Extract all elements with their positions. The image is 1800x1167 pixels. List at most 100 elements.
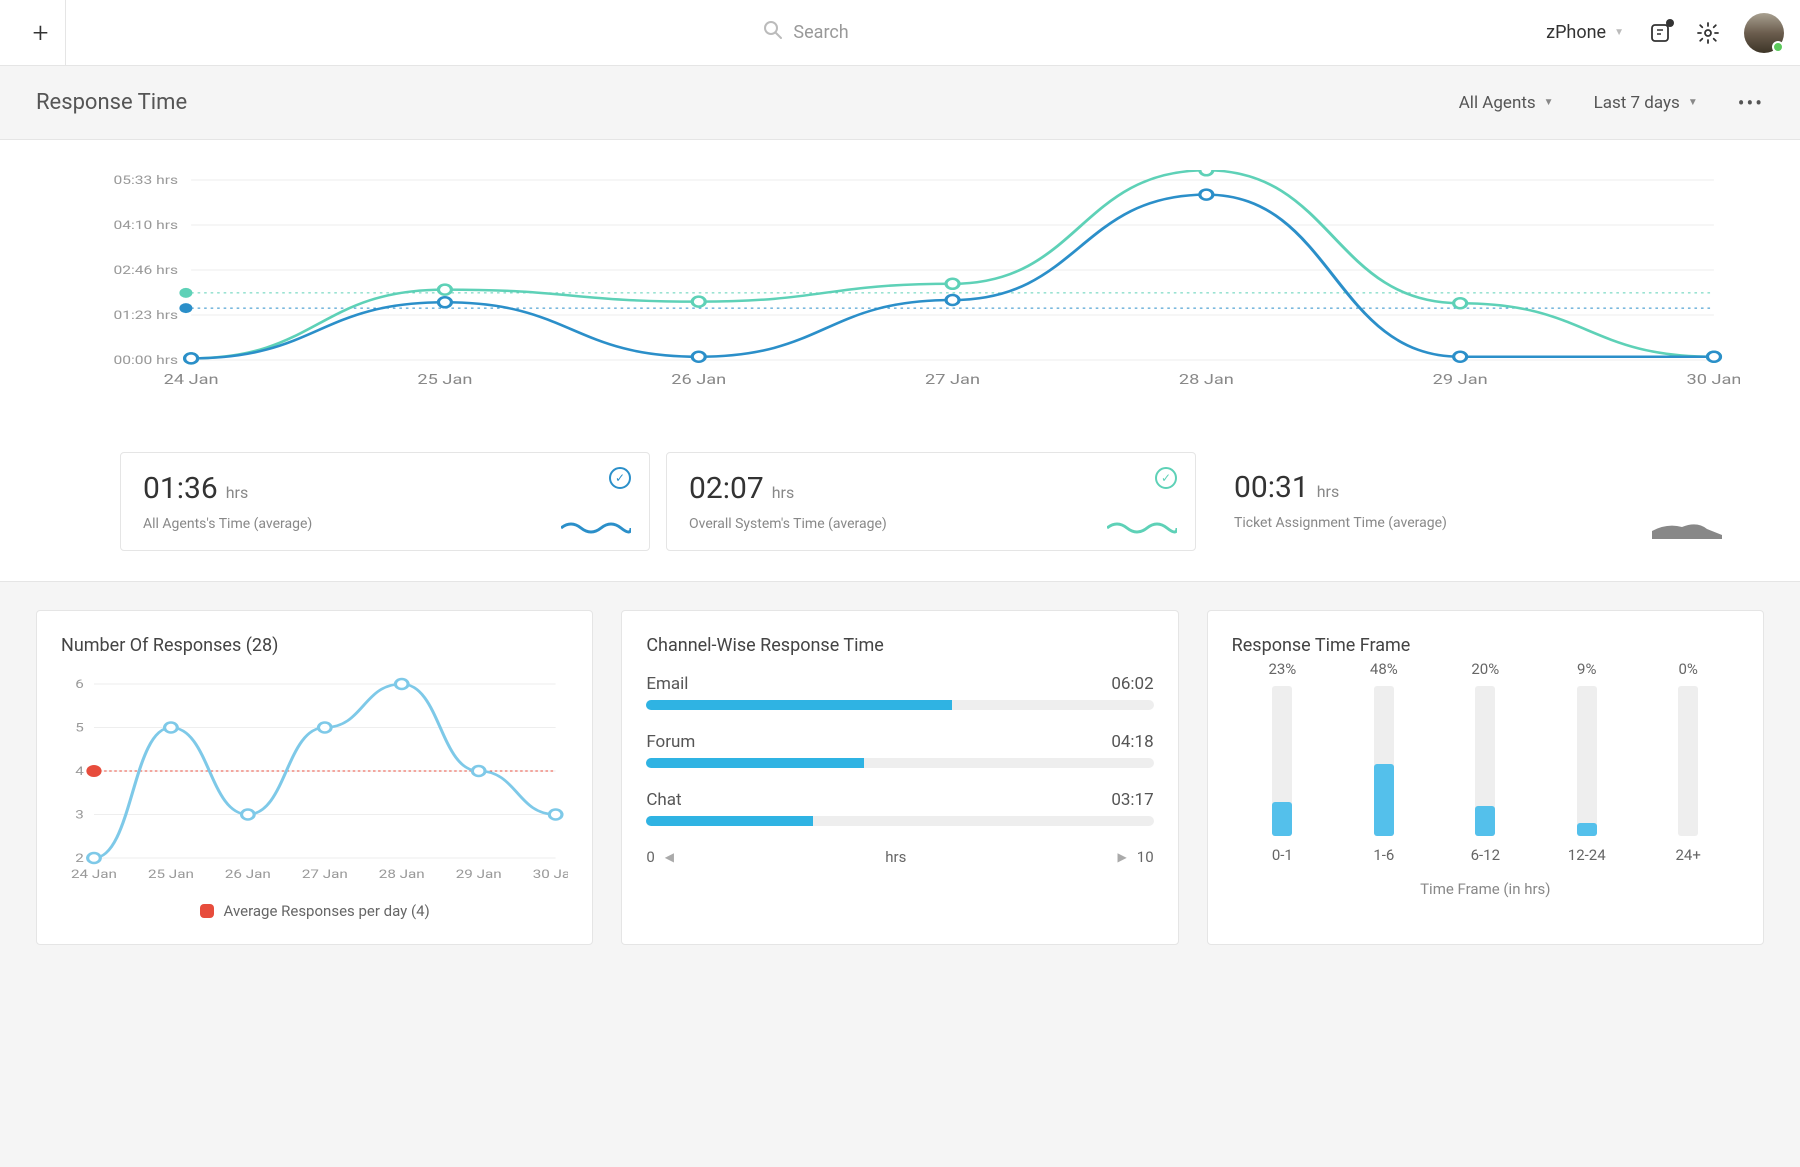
channel-name: Chat (646, 790, 681, 810)
arrow-left-icon[interactable]: ◀ (655, 850, 684, 864)
topbar-right: zPhone ▼ (1546, 13, 1784, 53)
stat-value: 02:07 (689, 471, 764, 506)
stat-label: Ticket Assignment Time (average) (1234, 515, 1718, 531)
svg-text:25 Jan: 25 Jan (148, 867, 194, 881)
stat-unit: hrs (226, 483, 249, 502)
date-range-label: Last 7 days (1594, 93, 1680, 113)
area-spark-icon (1652, 517, 1722, 539)
svg-text:27 Jan: 27 Jan (925, 371, 980, 387)
svg-text:6: 6 (75, 677, 84, 691)
card-title: Number Of Responses (28) (61, 635, 568, 656)
settings-button[interactable] (1696, 21, 1720, 45)
stat-assignment-time[interactable]: 00:31 hrs Ticket Assignment Time (averag… (1212, 452, 1740, 551)
main-chart: 00:00 hrs01:23 hrs02:46 hrs04:10 hrs05:3… (20, 170, 1780, 440)
channel-value: 03:17 (1111, 790, 1153, 810)
timeframe-label: 24+ (1676, 846, 1701, 864)
agents-filter-dropdown[interactable]: All Agents ▼ (1459, 93, 1554, 113)
legend-dot-icon (200, 904, 214, 918)
svg-text:25 Jan: 25 Jan (417, 371, 472, 387)
stat-value: 01:36 (143, 471, 218, 506)
status-online-icon (1772, 41, 1784, 53)
timeframe-pct: 23% (1268, 660, 1296, 678)
channel-bar (646, 700, 1153, 710)
channel-bar (646, 816, 1153, 826)
page-header: Response Time All Agents ▼ Last 7 days ▼… (0, 66, 1800, 140)
timeframe-col: 0% 24+ (1663, 660, 1713, 864)
stat-label: All Agents's Time (average) (143, 516, 627, 532)
channel-bar (646, 758, 1153, 768)
add-button[interactable]: + (33, 16, 49, 49)
svg-text:28 Jan: 28 Jan (1179, 371, 1234, 387)
svg-text:24 Jan: 24 Jan (164, 371, 219, 387)
svg-text:26 Jan: 26 Jan (225, 867, 271, 881)
timeframe-pct: 48% (1370, 660, 1398, 678)
card-title: Channel-Wise Response Time (646, 635, 1153, 656)
svg-text:29 Jan: 29 Jan (1433, 371, 1488, 387)
user-avatar[interactable] (1744, 13, 1784, 53)
channel-rows: Email 06:02 Forum 04:18 Chat 03:17 (646, 674, 1153, 826)
timeframe-bar (1272, 686, 1292, 836)
responses-card: Number Of Responses (28) 2345624 Jan25 J… (36, 610, 593, 945)
chevron-down-icon: ▼ (1544, 97, 1554, 108)
arrow-right-icon[interactable]: ▶ (1108, 850, 1137, 864)
timeframe-bars: 23% 0-1 48% 1-6 20% 6-12 9% 12-24 0% 24+ (1232, 674, 1739, 864)
check-icon: ✓ (1155, 467, 1177, 489)
timeframe-pct: 9% (1577, 660, 1596, 678)
svg-text:30 Jan: 30 Jan (533, 867, 569, 881)
svg-text:5: 5 (75, 721, 84, 735)
responses-chart: 2345624 Jan25 Jan26 Jan27 Jan28 Jan29 Ja… (61, 674, 568, 884)
topbar-center: Search (66, 20, 1546, 45)
stat-unit: hrs (1317, 482, 1340, 501)
channel-value: 06:02 (1111, 674, 1153, 694)
sparkline-icon (561, 518, 631, 538)
timeframe-col: 9% 12-24 (1562, 660, 1612, 864)
search-input[interactable]: Search (763, 20, 848, 45)
stat-unit: hrs (772, 483, 795, 502)
axis-max: 10 (1137, 848, 1154, 866)
svg-text:04:10 hrs: 04:10 hrs (113, 219, 178, 233)
channel-name: Forum (646, 732, 695, 752)
timeframe-label: 6-12 (1471, 846, 1500, 864)
svg-text:30 Jan: 30 Jan (1686, 371, 1740, 387)
brand-dropdown[interactable]: zPhone ▼ (1546, 22, 1624, 43)
responses-legend: Average Responses per day (4) (61, 902, 568, 920)
search-icon (763, 20, 783, 45)
timeframe-bar (1577, 686, 1597, 836)
svg-text:02:46 hrs: 02:46 hrs (113, 264, 178, 278)
lower-cards-row: Number Of Responses (28) 2345624 Jan25 J… (0, 582, 1800, 973)
legend-label: Average Responses per day (4) (224, 902, 430, 920)
timeframe-card: Response Time Frame 23% 0-1 48% 1-6 20% … (1207, 610, 1764, 945)
channel-row: Forum 04:18 (646, 732, 1153, 768)
chevron-down-icon: ▼ (1614, 27, 1624, 38)
timeframe-label: 1-6 (1373, 846, 1394, 864)
more-actions-button[interactable]: ••• (1738, 91, 1764, 115)
svg-text:27 Jan: 27 Jan (302, 867, 348, 881)
svg-text:24 Jan: 24 Jan (71, 867, 117, 881)
timeframe-label: 12-24 (1568, 846, 1606, 864)
stat-agents-time[interactable]: ✓ 01:36 hrs All Agents's Time (average) (120, 452, 650, 551)
topbar-left: + (16, 0, 66, 65)
svg-text:3: 3 (75, 808, 84, 822)
stat-system-time[interactable]: ✓ 02:07 hrs Overall System's Time (avera… (666, 452, 1196, 551)
header-controls: All Agents ▼ Last 7 days ▼ ••• (1459, 91, 1764, 115)
date-range-dropdown[interactable]: Last 7 days ▼ (1594, 93, 1698, 113)
channel-value: 04:18 (1111, 732, 1153, 752)
search-placeholder: Search (793, 22, 848, 43)
timeframe-bar (1678, 686, 1698, 836)
notifications-button[interactable] (1648, 21, 1672, 45)
chevron-down-icon: ▼ (1688, 97, 1698, 108)
channel-row: Chat 03:17 (646, 790, 1153, 826)
svg-text:26 Jan: 26 Jan (671, 371, 726, 387)
svg-text:00:00 hrs: 00:00 hrs (113, 354, 178, 368)
timeframe-col: 23% 0-1 (1257, 660, 1307, 864)
timeframe-axis: Time Frame (in hrs) (1232, 880, 1739, 898)
channel-name: Email (646, 674, 688, 694)
svg-text:29 Jan: 29 Jan (456, 867, 502, 881)
svg-text:2: 2 (75, 851, 84, 865)
stat-label: Overall System's Time (average) (689, 516, 1173, 532)
card-title: Response Time Frame (1232, 635, 1739, 656)
channel-axis: 0 ◀ hrs ▶ 10 (646, 848, 1153, 866)
main-chart-card: 00:00 hrs01:23 hrs02:46 hrs04:10 hrs05:3… (0, 140, 1800, 582)
page-title: Response Time (36, 90, 187, 115)
sparkline-icon (1107, 518, 1177, 538)
